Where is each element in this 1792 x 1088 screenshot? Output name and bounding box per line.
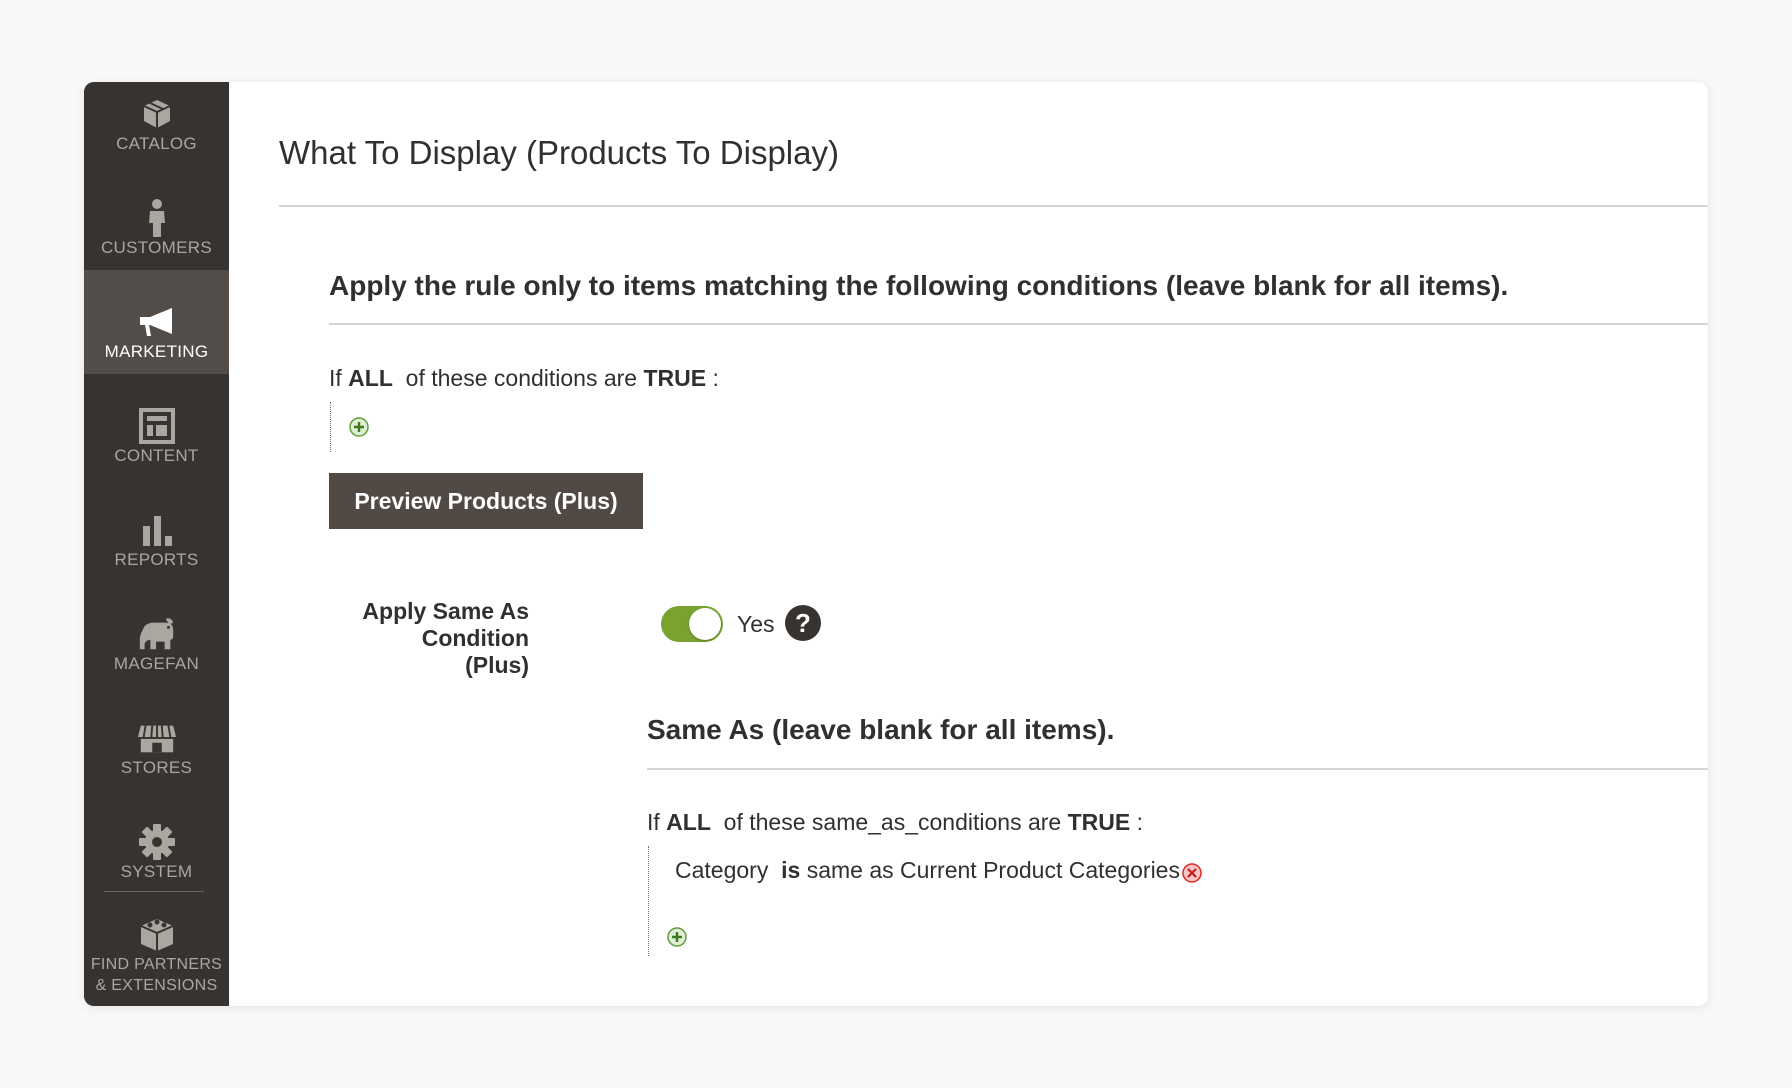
conditions-tree-line bbox=[330, 402, 331, 452]
sidebar-item-label: CATALOG bbox=[116, 134, 197, 153]
admin-panel: CATALOG CUSTOMERS MARKETING CONTENT REPO bbox=[84, 82, 1708, 1006]
page-title: What To Display (Products To Display) bbox=[279, 134, 839, 171]
aggregator-suffix: : bbox=[1136, 809, 1144, 835]
same-as-condition-row: Category is same as Current Product Cate… bbox=[675, 857, 1202, 884]
partners-label-line2: & EXTENSIONS bbox=[95, 977, 218, 994]
toggle-knob bbox=[689, 608, 721, 640]
same-as-aggregator-line: If ALL of these same_as_conditions are T… bbox=[647, 809, 1143, 836]
title-divider bbox=[279, 205, 1708, 207]
add-condition-icon[interactable] bbox=[349, 417, 369, 437]
aggregator-select[interactable]: ALL bbox=[348, 365, 393, 391]
gear-icon bbox=[137, 823, 177, 861]
storefront-icon bbox=[137, 719, 177, 757]
layout-icon bbox=[137, 407, 177, 445]
sidebar-item-label: MAGEFAN bbox=[113, 654, 200, 673]
conditions-heading: Apply the rule only to items matching th… bbox=[329, 270, 1509, 301]
sidebar-item-magefan[interactable]: MAGEFAN bbox=[84, 582, 229, 686]
apply-same-as-label: Apply Same As Condition (Plus) bbox=[293, 598, 529, 679]
help-icon[interactable]: ? bbox=[785, 605, 821, 641]
sidebar-item-label: CONTENT bbox=[114, 446, 199, 465]
condition-operator[interactable]: is bbox=[781, 857, 800, 883]
sidebar-item-label: CUSTOMERS bbox=[100, 238, 212, 257]
admin-sidebar: CATALOG CUSTOMERS MARKETING CONTENT REPO bbox=[84, 82, 229, 1006]
sidebar-item-stores[interactable]: STORES bbox=[84, 686, 229, 790]
bar-chart-icon bbox=[137, 511, 177, 549]
condition-value[interactable]: same as Current Product Categories bbox=[807, 857, 1180, 883]
same-as-divider bbox=[647, 768, 1708, 770]
aggregator-middle-text: of these conditions are bbox=[405, 365, 638, 391]
conditions-aggregator-line: If ALL of these conditions are TRUE : bbox=[329, 365, 719, 392]
blocks-icon bbox=[137, 916, 177, 954]
elephant-icon bbox=[137, 615, 177, 653]
sidebar-item-content[interactable]: CONTENT bbox=[84, 374, 229, 478]
same-as-value-select[interactable]: TRUE bbox=[1068, 809, 1131, 835]
main-content: What To Display (Products To Display) Ap… bbox=[229, 82, 1708, 1006]
toggle-state-label: Yes bbox=[737, 611, 775, 637]
aggregator-suffix: : bbox=[712, 365, 719, 391]
apply-same-as-toggle[interactable] bbox=[661, 606, 723, 642]
sidebar-item-find-partners[interactable]: FIND PARTNERS & EXTENSIONS bbox=[84, 902, 229, 1006]
remove-condition-icon[interactable] bbox=[1182, 862, 1202, 883]
box-icon bbox=[137, 95, 177, 133]
sidebar-item-label: REPORTS bbox=[114, 550, 199, 569]
sidebar-item-system[interactable]: SYSTEM bbox=[84, 790, 229, 894]
sidebar-item-label: STORES bbox=[120, 758, 193, 777]
sidebar-item-label: FIND PARTNERS & EXTENSIONS bbox=[91, 954, 222, 1006]
sidebar-item-marketing[interactable]: MARKETING bbox=[84, 270, 229, 374]
aggregator-value-select[interactable]: TRUE bbox=[644, 365, 707, 391]
apply-same-as-label-line2: (Plus) bbox=[465, 652, 529, 678]
aggregator-middle-text: of these same_as_conditions are bbox=[723, 809, 1062, 835]
sidebar-divider bbox=[104, 891, 204, 892]
megaphone-icon bbox=[137, 303, 177, 341]
sidebar-item-catalog[interactable]: CATALOG bbox=[84, 82, 229, 166]
same-as-aggregator-select[interactable]: ALL bbox=[666, 809, 711, 835]
sidebar-item-label: MARKETING bbox=[104, 342, 209, 361]
condition-attribute[interactable]: Category bbox=[675, 857, 768, 883]
apply-same-as-label-line1: Apply Same As Condition bbox=[362, 598, 529, 651]
person-icon bbox=[137, 199, 177, 237]
partners-label-line1: FIND PARTNERS bbox=[90, 956, 223, 973]
add-same-as-condition-icon[interactable] bbox=[667, 927, 687, 947]
same-as-heading: Same As (leave blank for all items). bbox=[647, 714, 1115, 745]
sidebar-item-label: SYSTEM bbox=[120, 862, 193, 881]
sidebar-item-customers[interactable]: CUSTOMERS bbox=[84, 166, 229, 270]
same-as-tree-line bbox=[648, 846, 649, 956]
preview-products-button[interactable]: Preview Products (Plus) bbox=[329, 473, 643, 529]
aggregator-prefix: If bbox=[329, 365, 342, 391]
aggregator-prefix: If bbox=[647, 809, 660, 835]
sidebar-item-reports[interactable]: REPORTS bbox=[84, 478, 229, 582]
conditions-divider bbox=[329, 323, 1708, 325]
